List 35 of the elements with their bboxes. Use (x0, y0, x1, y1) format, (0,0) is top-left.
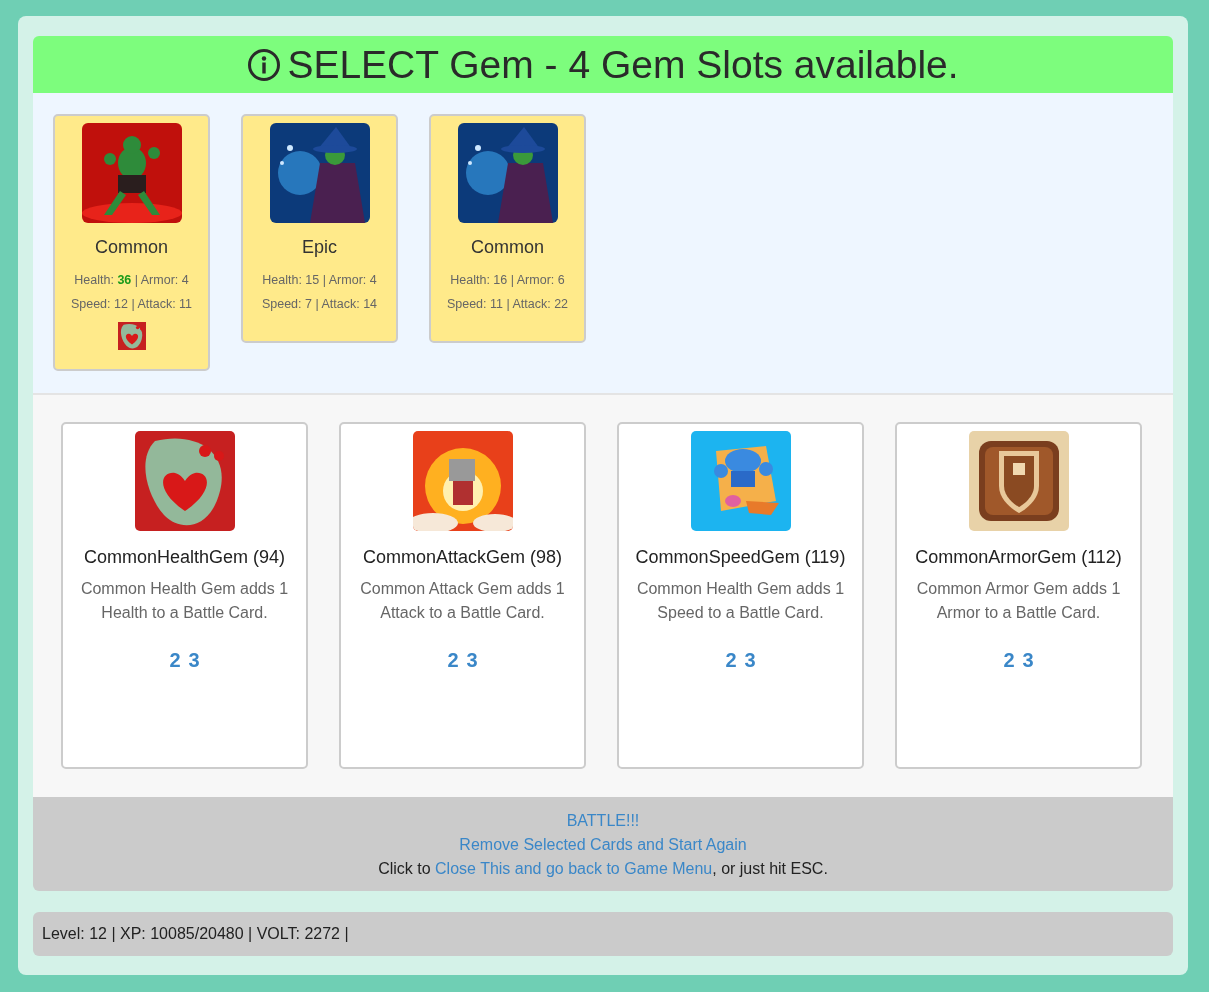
slot-link[interactable]: 3 (188, 649, 200, 672)
card-stats: Health: 15 | Armor: 4 (262, 272, 377, 289)
slot-link[interactable]: 2 (725, 649, 737, 672)
battle-link[interactable]: BATTLE!!! (566, 809, 640, 833)
gem-description: Common Health Gem adds 1 Health to a Battle Card. (79, 579, 290, 623)
card-stats: Speed: 7 | Attack: 14 (261, 296, 378, 313)
card-stats: Health: 36 | Armor: 4 (74, 272, 189, 289)
card-rarity: Common (471, 237, 544, 258)
battle-card[interactable]: Common Health: 16 | Armor: 6 Speed: 11 | Attack: 22 (429, 114, 586, 343)
gem-name: CommonArmorGem (112) (915, 547, 1122, 568)
slot-link[interactable]: 3 (1022, 649, 1034, 672)
battle-card[interactable]: Epic Health: 15 | Armor: 4 Speed: 7 | Attack: 14 (241, 114, 398, 343)
gem-name: CommonHealthGem (94) (83, 547, 286, 568)
gem-description: Common Attack Gem adds 1 Attack to a Battle Card. (359, 579, 566, 623)
close-instruction: Click to Close This and go back to Game Menu, or just hit ESC. (378, 859, 828, 879)
status-text: Level: 12 | XP: 10085/20480 | VOLT: 2272 | (42, 925, 349, 943)
slot-link[interactable]: 3 (744, 649, 756, 672)
remove-link[interactable]: Remove Selected Cards and Start Again (459, 833, 747, 857)
gem-name: CommonAttackGem (98) (362, 547, 563, 568)
gem-name: CommonSpeedGem (119) (635, 547, 846, 568)
slot-link[interactable]: 2 (1003, 649, 1015, 672)
slot-link[interactable]: 2 (169, 649, 181, 672)
card-rarity: Epic (302, 237, 337, 258)
close-link[interactable]: Close This and go back to Game Menu (435, 860, 713, 877)
card-stats: Speed: 12 | Attack: 11 (70, 296, 193, 313)
gem-description: Common Armor Gem adds 1 Armor to a Battle Card. (915, 579, 1122, 623)
info-icon (247, 47, 282, 82)
gem-description: Common Health Gem adds 1 Speed to a Battle Card. (635, 579, 846, 623)
card-stats: Health: 16 | Armor: 6 (450, 272, 565, 289)
card-stats: Speed: 11 | Attack: 22 (446, 296, 569, 313)
slot-link[interactable]: 3 (466, 649, 478, 672)
header-title: SELECT Gem - 4 Gem Slots available. (287, 42, 959, 87)
slot-link[interactable]: 2 (447, 649, 459, 672)
card-rarity: Common (95, 237, 168, 258)
battle-card[interactable]: Common Health: 36 | Armor: 4 Speed: 12 | Attack: 11 (53, 114, 210, 371)
